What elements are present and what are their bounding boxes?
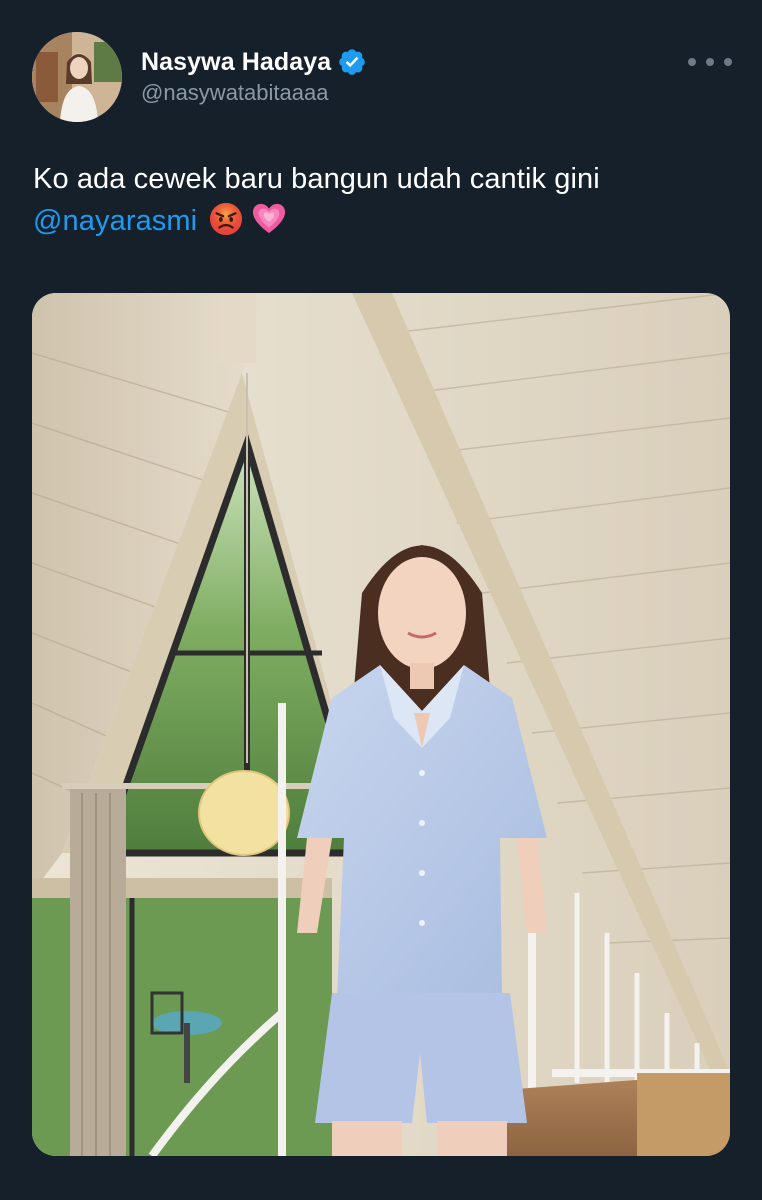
author-handle[interactable]: @nasywatabitaaaa [141, 80, 328, 106]
more-dot [706, 58, 714, 66]
more-dot [724, 58, 732, 66]
tweet-text: Ko ada cewek baru bangun udah cantik gin… [33, 158, 733, 242]
angry-face-emoji-icon [210, 202, 243, 236]
tweet-photo-icon [32, 293, 730, 1156]
author-avatar[interactable] [32, 32, 122, 122]
profile-photo-icon [32, 32, 122, 122]
tweet-photo[interactable] [32, 293, 730, 1156]
growing-heart-emoji-icon [252, 203, 285, 234]
author-name-row: Nasywa Hadaya [141, 44, 367, 80]
tweet: Nasywa Hadaya @nasywatabitaaaa Ko ada ce… [0, 0, 762, 1200]
more-dot [688, 58, 696, 66]
author-display-name[interactable]: Nasywa Hadaya [141, 48, 331, 77]
mention-link[interactable]: @nayarasmi [33, 205, 197, 237]
more-options-icon[interactable] [688, 50, 732, 74]
tweet-body: Ko ada cewek baru bangun udah cantik gin… [33, 163, 600, 195]
verified-badge-icon [339, 49, 366, 75]
